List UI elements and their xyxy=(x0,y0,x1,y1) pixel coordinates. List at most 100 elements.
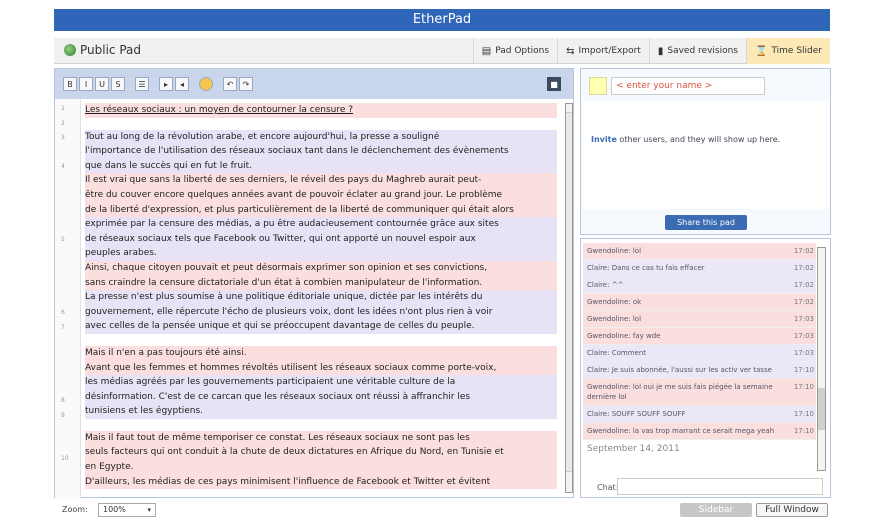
chat-text: SOUFF SOUFF SOUFF xyxy=(611,410,686,418)
chat-author: Claire xyxy=(587,264,608,272)
time-slider-label: Time Slider xyxy=(771,46,822,56)
saved-revisions-label: Saved revisions xyxy=(667,46,738,56)
editor-scrollbar-thumb[interactable] xyxy=(566,112,572,472)
document-line: Avant que les femmes et hommes révoltés … xyxy=(85,360,557,376)
chat-scrollbar-thumb[interactable] xyxy=(818,388,825,430)
document-line: La presse n'est plus soumise à une polit… xyxy=(85,290,557,305)
document-icon: ▤ xyxy=(481,45,492,57)
bottom-bar: Zoom: 100% ▾ Sidebar Full Window xyxy=(54,503,830,519)
share-pad-button[interactable]: Share this pad xyxy=(665,215,747,230)
chat-text: ^^ xyxy=(611,281,624,289)
bookmark-icon: ▮ xyxy=(657,45,664,57)
document-line: avec celles de la pensée unique et qui s… xyxy=(85,319,557,334)
line-number: 8 xyxy=(61,397,65,404)
chat-time: 17:03 xyxy=(793,332,814,340)
chat-input[interactable] xyxy=(617,478,823,495)
pad-title-text: Public Pad xyxy=(80,43,141,57)
chat-time: 17:10 xyxy=(793,410,814,418)
full-window-button[interactable]: Full Window xyxy=(756,503,828,517)
import-export-button[interactable]: ⇆ Import/Export xyxy=(557,38,649,64)
document-line: sans craindre la censure dictatoriale d'… xyxy=(85,275,557,291)
document-line: l'importance de l'utilisation des réseau… xyxy=(85,144,557,159)
line-number: 4 xyxy=(61,163,65,171)
chat-text: fay wde xyxy=(632,332,661,340)
window-title: EtherPad xyxy=(54,9,830,31)
chat-author: Claire xyxy=(587,281,608,289)
document-line: Mais il n'en a pas toujours été ainsi. xyxy=(85,345,557,361)
chat-time: 17:10 xyxy=(793,427,814,435)
chat-time: 17:02 xyxy=(793,281,814,289)
underline-button[interactable]: U xyxy=(95,77,109,91)
document-line: Mais il faut tout de même temporiser ce … xyxy=(85,430,557,446)
chevron-down-icon: ▾ xyxy=(147,506,151,514)
document-line: gouvernement, elle répercute l'écho de p… xyxy=(85,304,557,320)
user-color-swatch[interactable] xyxy=(589,77,607,95)
chat-time: 17:03 xyxy=(793,349,814,357)
line-number: 2 xyxy=(61,119,65,127)
chat-label: Chat: xyxy=(597,483,619,492)
document-line: Il est vrai que sans la liberté de ses d… xyxy=(85,173,557,188)
time-slider-button[interactable]: ⌛ Time Slider xyxy=(745,38,830,64)
outdent-button[interactable]: ◂ xyxy=(175,77,189,91)
name-input[interactable]: < enter your name > xyxy=(611,77,765,95)
chat-author: Claire xyxy=(587,410,608,418)
line-number: 7 xyxy=(61,324,65,331)
pad-title: Public Pad xyxy=(64,43,141,57)
top-actions: ▤ Pad Options ⇆ Import/Export ▮ Saved re… xyxy=(472,38,830,64)
chat-text: la vas trop marrant ce serait mega yeah xyxy=(632,427,775,435)
chat-message: Claire: ^^ 17:02 xyxy=(583,277,816,294)
invite-text: Invite other users, and they will show u… xyxy=(591,135,780,144)
line-number: 3 xyxy=(61,134,65,142)
clear-authorship-icon[interactable] xyxy=(199,77,213,91)
document-line: être du couver encore quelques années av… xyxy=(85,187,557,203)
redo-button[interactable]: ↷ xyxy=(239,77,253,91)
italic-button[interactable]: I xyxy=(79,77,93,91)
document-line: de la liberté d'expression, et plus part… xyxy=(85,202,557,218)
chat-text: lol xyxy=(632,315,642,323)
chat-message: Gwendoline: fay wde 17:03 xyxy=(583,328,816,345)
zoom-select[interactable]: 100% ▾ xyxy=(98,503,156,517)
chat-time: 17:03 xyxy=(793,315,814,323)
line-number: 1 xyxy=(61,105,65,112)
pad-topbar: Public Pad ▤ Pad Options ⇆ Import/Export… xyxy=(54,38,830,64)
chat-message: Gwendoline: la vas trop marrant ce serai… xyxy=(583,423,816,440)
save-revision-button[interactable]: ■ xyxy=(547,77,561,91)
bullet-list-button[interactable]: ☰ xyxy=(135,77,149,91)
import-export-label: Import/Export xyxy=(578,46,641,56)
document-line: peuples arabes. xyxy=(85,246,557,261)
line-number: 5 xyxy=(61,236,65,244)
sidebar-button[interactable]: Sidebar xyxy=(680,503,752,517)
strikethrough-button[interactable]: S xyxy=(111,77,125,91)
chat-text: Je suis abonnée, l'aussi sur les activ v… xyxy=(611,366,772,374)
chat-message: Gwendoline: lol 17:03 xyxy=(583,311,816,328)
document-line: exprimée par la censure des médias, a pu… xyxy=(85,217,557,232)
chat-message: Claire: Dans ce cas tu fais effacer 17:02 xyxy=(583,260,816,277)
import-export-icon: ⇆ xyxy=(566,45,575,57)
document-line: que dans le succès qui en fut le fruit. xyxy=(85,158,557,174)
chat-time: 17:02 xyxy=(793,247,814,255)
chat-time: 17:02 xyxy=(793,264,814,272)
invite-link[interactable]: Invite xyxy=(591,135,617,144)
chat-message-list: Gwendoline: lol 17:02 Claire: Dans ce cas … xyxy=(583,243,816,471)
chat-author: Gwendoline xyxy=(587,427,629,435)
document-area[interactable]: 1 2 3 4 5 6 7 8 9 10 Les réseaux sociaux : un moy… xyxy=(55,99,575,499)
document-line: D'ailleurs, les médias de ces pays minim… xyxy=(85,474,557,490)
bold-button[interactable]: B xyxy=(63,77,77,91)
chat-scrollbar[interactable] xyxy=(817,247,826,471)
editor-scrollbar[interactable] xyxy=(565,103,573,493)
chat-author: Gwendoline xyxy=(587,315,629,323)
saved-revisions-button[interactable]: ▮ Saved revisions xyxy=(648,38,746,64)
undo-button[interactable]: ↶ xyxy=(223,77,237,91)
chat-time: 17:10 xyxy=(793,383,814,391)
chat-author: Gwendoline xyxy=(587,383,629,391)
pad-options-button[interactable]: ▤ Pad Options xyxy=(472,38,557,64)
chat-text: ok xyxy=(632,298,642,306)
chat-author: Claire xyxy=(587,349,608,357)
document-text[interactable]: Les réseaux sociaux : un moyen de contou… xyxy=(85,103,557,499)
etherpad-app: EtherPad Public Pad ▤ Pad Options ⇆ Impo… xyxy=(0,0,877,519)
document-title: Les réseaux sociaux : un moyen de contou… xyxy=(85,103,557,118)
line-number: 6 xyxy=(61,309,65,317)
chat-text: lol xyxy=(632,247,642,255)
indent-button[interactable]: ▸ xyxy=(159,77,173,91)
